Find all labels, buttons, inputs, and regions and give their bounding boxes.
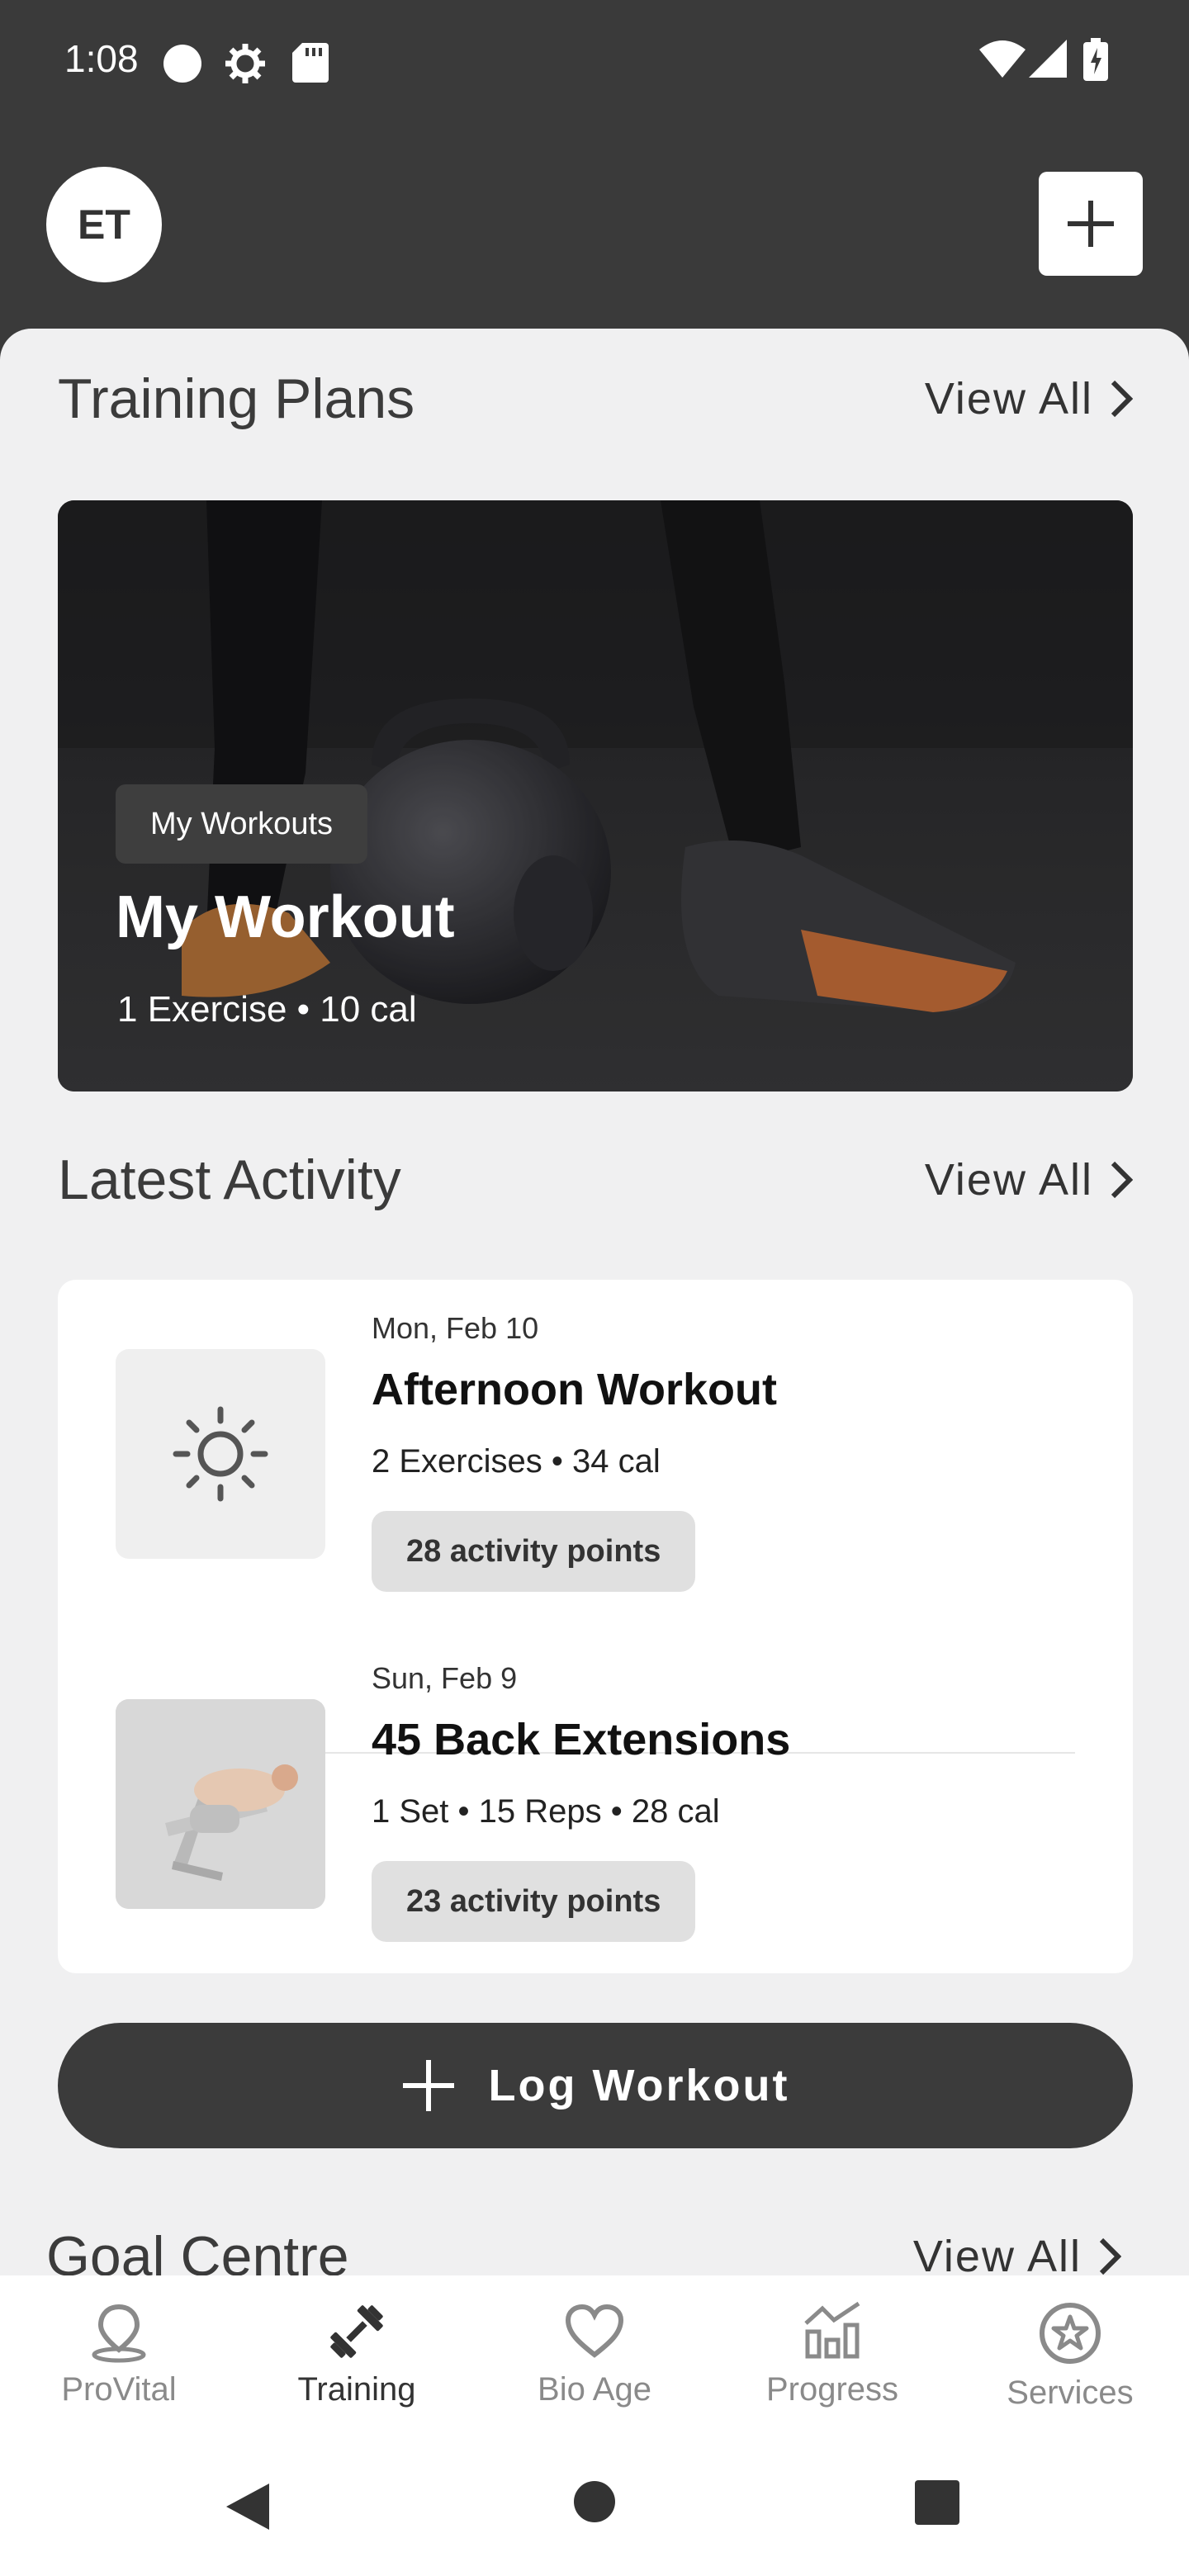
heart-icon xyxy=(565,2304,624,2358)
dumbbell-icon xyxy=(330,2305,383,2358)
training-plan-card[interactable]: My Workouts My Workout 1 Exercise • 10 c… xyxy=(58,500,1133,1091)
nav-item-training[interactable]: Training xyxy=(238,2275,476,2441)
activity-thumbnail xyxy=(116,1699,325,1909)
section-title: Latest Activity xyxy=(58,1148,401,1211)
profile-avatar[interactable]: ET xyxy=(46,167,162,282)
nav-label: ProVital xyxy=(61,2371,177,2408)
tag-label: My Workouts xyxy=(150,806,334,841)
log-workout-button[interactable]: Log Workout xyxy=(58,2023,1133,2148)
activity-date: Sun, Feb 9 xyxy=(372,1661,518,1695)
latest-activity-card: Mon, Feb 10 Afternoon Workout 2 Exercise… xyxy=(58,1280,1133,1973)
avatar-initials: ET xyxy=(78,201,130,248)
location-pin-icon xyxy=(92,2304,146,2363)
add-button[interactable] xyxy=(1039,172,1143,276)
plus-icon xyxy=(402,2060,454,2111)
sd-card-icon xyxy=(292,43,329,83)
sun-icon xyxy=(173,1406,268,1502)
plus-icon xyxy=(1068,201,1114,247)
nav-label: Services xyxy=(1007,2375,1134,2411)
activity-item[interactable]: Mon, Feb 10 Afternoon Workout 2 Exercise… xyxy=(116,1311,1075,1625)
activity-points-badge: 23 activity points xyxy=(372,1861,696,1942)
plan-category-tag: My Workouts xyxy=(116,784,368,864)
system-navigation-bar xyxy=(0,2441,1189,2576)
training-plans-header: Training Plans View All xyxy=(58,362,1133,436)
nav-label: Progress xyxy=(765,2371,899,2408)
bar-chart-icon xyxy=(804,2301,860,2359)
chevron-right-icon xyxy=(1111,380,1133,418)
recents-icon[interactable] xyxy=(915,2480,959,2525)
back-icon[interactable] xyxy=(223,2480,272,2533)
main-content: Training Plans View All My Workouts My W… xyxy=(0,329,1189,2310)
star-badge-icon xyxy=(1040,2303,1101,2364)
latest-activity-view-all[interactable]: View All xyxy=(925,1154,1133,1205)
activity-title: Afternoon Workout xyxy=(372,1365,777,1414)
home-icon[interactable] xyxy=(573,2480,616,2523)
training-plans-view-all[interactable]: View All xyxy=(925,373,1133,424)
plan-title: My Workout xyxy=(116,884,455,950)
nav-item-progress[interactable]: Progress xyxy=(713,2275,951,2441)
back-extension-thumbnail xyxy=(116,1699,325,1909)
status-bar: 1:08 xyxy=(0,0,1189,124)
activity-thumbnail xyxy=(116,1349,325,1559)
plan-meta: 1 Exercise • 10 cal xyxy=(117,989,417,1030)
latest-activity-header: Latest Activity View All xyxy=(58,1143,1133,1217)
view-all-label: View All xyxy=(924,374,1093,424)
goal-centre-view-all[interactable]: View All xyxy=(913,2231,1121,2282)
chevron-right-icon xyxy=(1099,2237,1121,2275)
view-all-label: View All xyxy=(912,2232,1082,2281)
bottom-navigation: ProVital Training Bio Age Progress Servi… xyxy=(0,2275,1189,2441)
notification-dot-icon xyxy=(163,45,201,83)
status-time: 1:08 xyxy=(64,37,139,80)
nav-label: Bio Age xyxy=(538,2371,651,2408)
activity-item[interactable]: Sun, Feb 9 45 Back Extensions 1 Set • 15… xyxy=(116,1661,1075,1975)
settings-gear-icon xyxy=(225,44,265,83)
view-all-label: View All xyxy=(924,1155,1093,1205)
log-workout-label: Log Workout xyxy=(488,2061,790,2110)
activity-meta: 2 Exercises • 34 cal xyxy=(372,1443,661,1480)
activity-date: Mon, Feb 10 xyxy=(372,1311,539,1345)
points-label: 28 activity points xyxy=(406,1533,661,1569)
battery-icon xyxy=(1083,38,1108,81)
activity-title: 45 Back Extensions xyxy=(372,1715,791,1764)
chevron-right-icon xyxy=(1111,1161,1133,1199)
activity-meta: 1 Set • 15 Reps • 28 cal xyxy=(372,1793,720,1830)
nav-item-bio-age[interactable]: Bio Age xyxy=(476,2275,713,2441)
points-label: 23 activity points xyxy=(406,1883,661,1919)
nav-label: Training xyxy=(297,2371,416,2408)
nav-item-services[interactable]: Services xyxy=(951,2275,1189,2441)
signal-icon xyxy=(1029,40,1067,78)
wifi-icon xyxy=(979,40,1026,78)
nav-item-provital[interactable]: ProVital xyxy=(0,2275,238,2441)
activity-points-badge: 28 activity points xyxy=(372,1511,696,1592)
section-title: Training Plans xyxy=(58,367,415,430)
